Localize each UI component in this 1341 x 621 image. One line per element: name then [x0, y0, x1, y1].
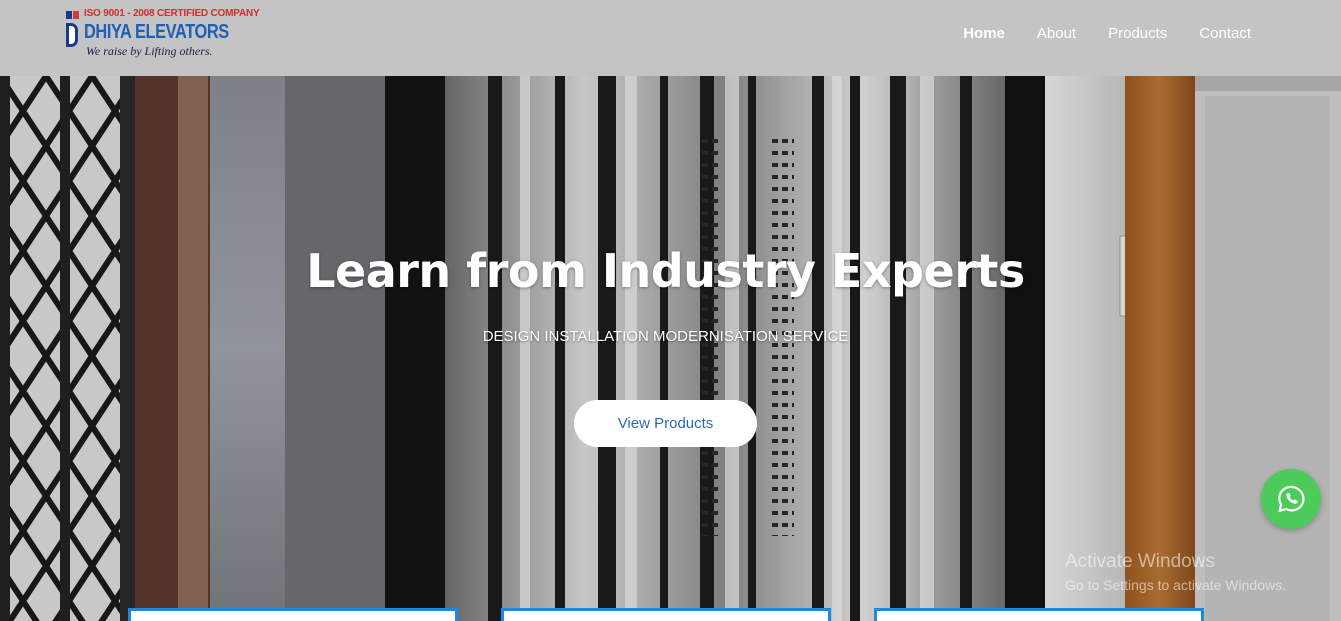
- view-products-button[interactable]: View Products: [574, 400, 757, 447]
- feature-card-1[interactable]: [128, 608, 458, 621]
- hero-subtitle: DESIGN INSTALLATION MODERNISATION SERVIC…: [482, 328, 849, 345]
- brand-logo[interactable]: ISO 9001 - 2008 CERTIFIED COMPANY DHIYA …: [64, 8, 260, 60]
- logo-tagline: We raise by Lifting others.: [86, 44, 213, 58]
- nav-about[interactable]: About: [1037, 25, 1076, 42]
- nav-home[interactable]: Home: [963, 25, 1005, 42]
- logo-certification: ISO 9001 - 2008 CERTIFIED COMPANY: [84, 8, 260, 19]
- logo-mark-icon: [66, 11, 80, 47]
- nav-contact[interactable]: Contact: [1199, 25, 1251, 42]
- whatsapp-icon: [1278, 485, 1305, 513]
- nav-products[interactable]: Products: [1108, 25, 1167, 42]
- feature-card-3[interactable]: [874, 608, 1204, 621]
- feature-card-2[interactable]: [501, 608, 831, 621]
- site-header: ISO 9001 - 2008 CERTIFIED COMPANY DHIYA …: [0, 0, 1341, 76]
- whatsapp-button[interactable]: [1261, 469, 1321, 529]
- hero-title: Learn from Industry Experts: [306, 244, 1025, 298]
- hero-banner: Learn from Industry Experts DESIGN INSTA…: [0, 76, 1341, 621]
- activate-windows-watermark: Activate Windows Go to Settings to activ…: [1065, 551, 1286, 593]
- logo-company-name: DHIYA ELEVATORS: [84, 21, 229, 43]
- main-nav: Home About Products Contact: [963, 25, 1251, 42]
